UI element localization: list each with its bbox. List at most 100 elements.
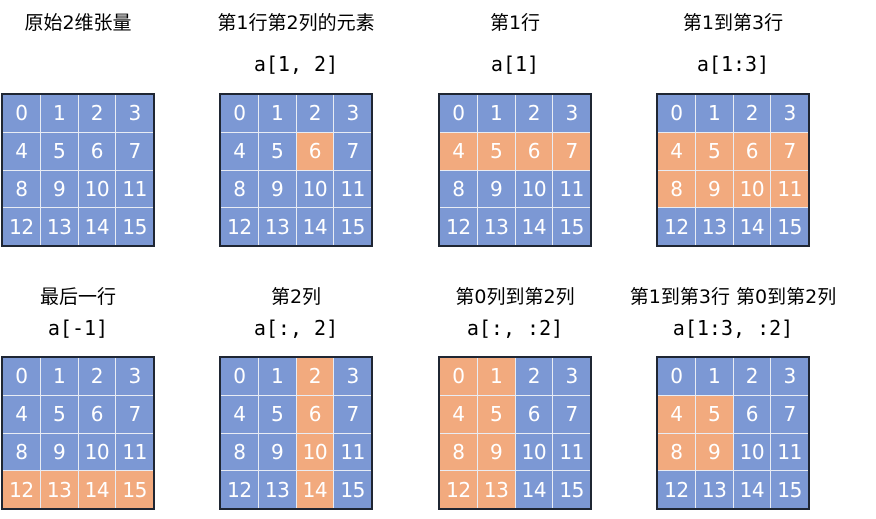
grid-cell: 7	[334, 395, 371, 433]
grid-cell: 15	[771, 208, 808, 245]
grid-cell-selected: 14	[296, 471, 334, 508]
panel-code: a[1:3, :2]	[672, 316, 794, 340]
grid-cell: 12	[440, 208, 477, 245]
grid-cell: 7	[334, 132, 371, 170]
grid-cell-selected: 4	[658, 395, 695, 433]
grid-cell: 12	[658, 208, 695, 245]
panel-code: a[1, 2]	[253, 52, 339, 76]
grid-cell: 11	[116, 170, 153, 208]
tensor-grid: 0 1 2 3 4 5 6 7 8 9 10 11 12 13 14 15	[656, 93, 810, 247]
grid-cell: 15	[116, 208, 153, 245]
grid-cell: 4	[221, 132, 258, 170]
panel-title: 第1到第3行 第0到第2列	[629, 286, 837, 308]
grid-cell: 1	[695, 358, 733, 395]
grid-cell: 7	[771, 395, 808, 433]
panel-title: 原始2维张量	[24, 12, 132, 34]
grid-cell: 10	[515, 170, 553, 208]
grid-cell: 12	[3, 208, 40, 245]
grid-cell: 8	[440, 170, 477, 208]
grid-cell-selected: 13	[40, 471, 78, 508]
grid-cell: 14	[78, 208, 116, 245]
grid-cell: 13	[477, 208, 515, 245]
grid-cell: 9	[258, 170, 296, 208]
grid-cell-selected: 6	[733, 132, 771, 170]
grid-cell: 9	[40, 433, 78, 471]
panel-code: a[:, :2]	[466, 316, 564, 340]
panel-title: 第1行	[489, 12, 541, 34]
grid-cell: 14	[733, 471, 771, 508]
grid-cell: 10	[78, 433, 116, 471]
grid-cell-selected: 9	[695, 170, 733, 208]
grid-cell: 10	[733, 433, 771, 471]
grid-cell-selected: 7	[553, 132, 590, 170]
grid-cell-selected: 4	[658, 132, 695, 170]
grid-cell: 12	[658, 471, 695, 508]
panel-code: a[1]	[490, 52, 540, 76]
grid-cell: 12	[221, 471, 258, 508]
grid-cell: 2	[733, 95, 771, 132]
grid-cell: 0	[658, 358, 695, 395]
grid-cell: 13	[258, 471, 296, 508]
grid-cell: 3	[334, 95, 371, 132]
grid-cell: 15	[553, 471, 590, 508]
grid-cell: 13	[258, 208, 296, 245]
grid-cell: 0	[221, 358, 258, 395]
grid-cell-selected: 5	[695, 395, 733, 433]
grid-cell: 15	[334, 471, 371, 508]
grid-cell: 6	[733, 395, 771, 433]
grid-cell: 2	[296, 95, 334, 132]
panel-code: a[:, 2]	[253, 316, 339, 340]
panel-title: 第2列	[270, 286, 322, 308]
panel-code: a[1:3]	[696, 52, 770, 76]
grid-cell-selected: 11	[771, 170, 808, 208]
grid-cell: 3	[116, 95, 153, 132]
grid-cell: 3	[771, 358, 808, 395]
grid-cell: 0	[221, 95, 258, 132]
grid-cell: 5	[258, 132, 296, 170]
grid-cell: 5	[40, 395, 78, 433]
grid-cell: 1	[40, 358, 78, 395]
grid-cell: 2	[515, 358, 553, 395]
grid-cell: 3	[771, 95, 808, 132]
grid-cell: 1	[258, 358, 296, 395]
grid-cell: 5	[258, 395, 296, 433]
grid-cell-selected: 5	[695, 132, 733, 170]
tensor-grid: 0 1 2 3 4 5 6 7 8 9 10 11 12 13 14 15	[1, 356, 155, 510]
panel-title: 最后一行	[39, 286, 116, 308]
tensor-grid: 0 1 2 3 4 5 6 7 8 9 10 11 12 13 14 15	[219, 356, 373, 510]
grid-cell: 0	[440, 95, 477, 132]
grid-cell: 1	[695, 95, 733, 132]
panel-title: 第0列到第2列	[455, 286, 575, 308]
grid-cell-selected: 4	[440, 395, 477, 433]
grid-cell: 14	[515, 208, 553, 245]
grid-cell: 4	[221, 395, 258, 433]
panel-title: 第1到第3行	[682, 12, 784, 34]
grid-cell: 13	[695, 208, 733, 245]
grid-cell: 3	[334, 358, 371, 395]
grid-cell: 11	[553, 433, 590, 471]
grid-cell: 7	[116, 395, 153, 433]
grid-cell-selected: 0	[440, 358, 477, 395]
grid-cell-selected: 5	[477, 132, 515, 170]
grid-cell: 13	[40, 208, 78, 245]
tensor-grid: 0 1 2 3 4 5 6 7 8 9 10 11 12 13 14 15	[219, 93, 373, 247]
grid-cell-selected: 9	[477, 433, 515, 471]
grid-cell: 14	[515, 471, 553, 508]
grid-cell: 5	[40, 132, 78, 170]
grid-cell: 3	[553, 358, 590, 395]
panel-title: 第1行第2列的元素	[217, 12, 375, 34]
grid-cell: 8	[3, 170, 40, 208]
grid-cell: 15	[334, 208, 371, 245]
grid-cell: 1	[40, 95, 78, 132]
grid-cell-selected: 10	[296, 433, 334, 471]
grid-cell: 6	[515, 395, 553, 433]
grid-cell: 13	[695, 471, 733, 508]
grid-cell: 11	[334, 433, 371, 471]
tensor-grid: 0 1 2 3 4 5 6 7 8 9 10 11 12 13 14 15	[438, 356, 592, 510]
grid-cell: 9	[40, 170, 78, 208]
grid-cell: 2	[515, 95, 553, 132]
grid-cell: 10	[296, 170, 334, 208]
grid-cell: 6	[78, 395, 116, 433]
grid-cell-selected: 14	[78, 471, 116, 508]
grid-cell: 4	[3, 395, 40, 433]
